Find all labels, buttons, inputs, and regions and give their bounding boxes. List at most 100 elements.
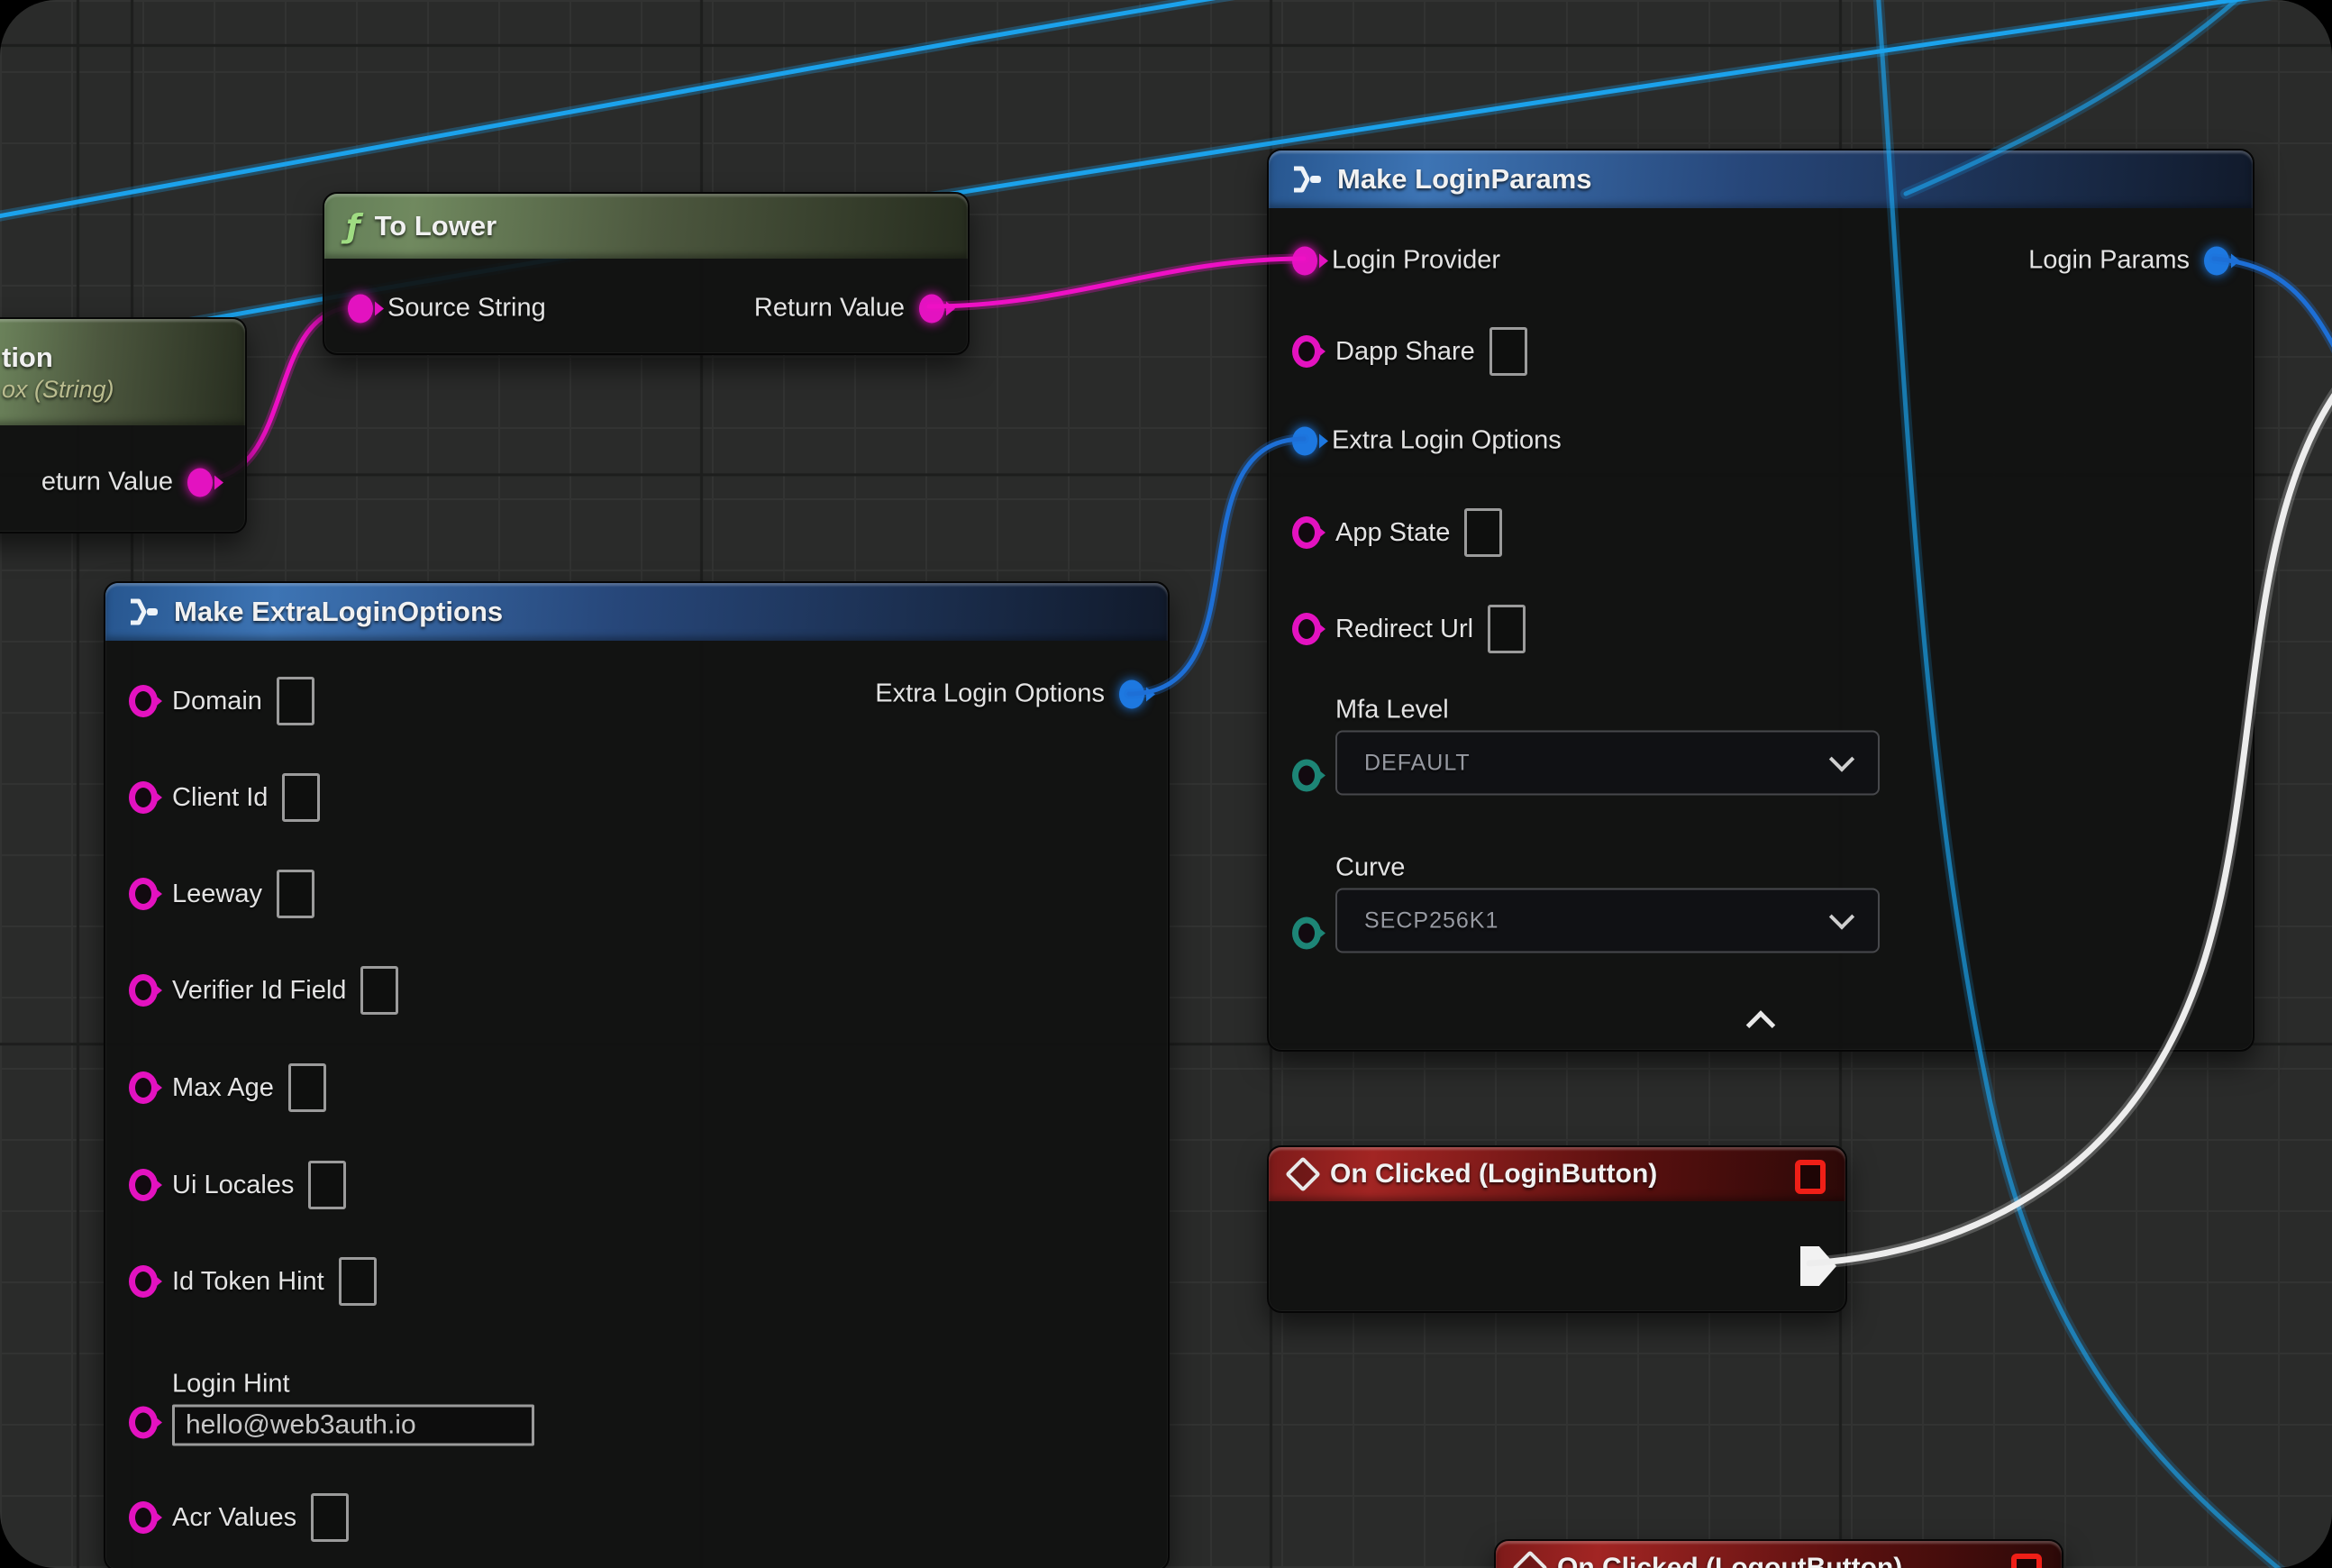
string-input-pin[interactable] bbox=[1292, 246, 1317, 275]
pin-row-domain: Domain bbox=[129, 677, 314, 725]
node-on-clicked-login-button[interactable]: On Clicked (LoginButton) bbox=[1267, 1145, 1847, 1313]
node-on-clicked-login-header[interactable]: On Clicked (LoginButton) bbox=[1269, 1147, 1845, 1201]
struct-output-pin[interactable] bbox=[1119, 679, 1144, 708]
pin-row-id-token-hint: Id Token Hint bbox=[129, 1257, 377, 1306]
value-box[interactable] bbox=[277, 677, 314, 725]
pin-label: Login Hint bbox=[172, 1370, 534, 1399]
pin-label: Extra Login Options bbox=[1332, 426, 1562, 456]
string-input-pin[interactable] bbox=[129, 878, 158, 910]
enum-input-pin[interactable] bbox=[1292, 759, 1321, 791]
pin-label: Ui Locales bbox=[172, 1171, 294, 1200]
pin-row-max-age: Max Age bbox=[129, 1063, 326, 1112]
node-to-lower-header[interactable]: ƒ To Lower bbox=[324, 194, 968, 259]
node-make-login-params-header[interactable]: Make LoginParams bbox=[1269, 150, 2253, 208]
string-input-pin[interactable] bbox=[129, 1071, 158, 1104]
pin-label: Leeway bbox=[172, 880, 262, 909]
pin-row-ui-locales: Ui Locales bbox=[129, 1161, 346, 1209]
pin-row-login-hint: Login Hint bbox=[129, 1370, 534, 1446]
node-title: On Clicked (LogoutButton) bbox=[1557, 1553, 1902, 1568]
curve-dropdown[interactable]: SECP256K1 bbox=[1335, 889, 1880, 953]
value-box[interactable] bbox=[1488, 605, 1526, 653]
event-diamond-icon bbox=[1285, 1156, 1321, 1192]
string-input-pin[interactable] bbox=[1292, 335, 1321, 368]
pin-row-dapp-share: Dapp Share bbox=[1292, 327, 1527, 376]
value-box[interactable] bbox=[311, 1493, 349, 1542]
string-output-pin[interactable] bbox=[919, 294, 944, 323]
node-get-text-partial[interactable]: tion ox (String) eturn Value bbox=[0, 317, 247, 533]
string-input-pin[interactable] bbox=[129, 685, 158, 717]
pin-label: Max Age bbox=[172, 1073, 274, 1103]
node-on-clicked-logout-button[interactable]: On Clicked (LogoutButton) bbox=[1494, 1539, 2063, 1568]
make-struct-icon bbox=[127, 597, 159, 627]
node-make-login-params[interactable]: Make LoginParams Login Provider Dapp Sha… bbox=[1267, 149, 2255, 1052]
function-icon: ƒ bbox=[346, 208, 360, 245]
exec-output-pin[interactable] bbox=[1800, 1246, 1836, 1286]
delegate-pin[interactable] bbox=[1795, 1160, 1826, 1194]
enum-input-pin[interactable] bbox=[1292, 916, 1321, 949]
pin-label: Id Token Hint bbox=[172, 1267, 324, 1297]
pin-label: Curve bbox=[1335, 853, 1880, 883]
pin-row-curve: Curve SECP256K1 bbox=[1292, 913, 1880, 953]
pin-label: Client Id bbox=[172, 783, 268, 813]
node-title: On Clicked (LoginButton) bbox=[1330, 1159, 1657, 1190]
struct-input-pin[interactable] bbox=[1292, 426, 1317, 455]
pin-label: Acr Values bbox=[172, 1503, 296, 1533]
event-diamond-icon bbox=[1512, 1550, 1548, 1568]
pin-label: Source String bbox=[387, 294, 546, 324]
node-to-lower[interactable]: ƒ To Lower Source String Return Value bbox=[323, 192, 970, 355]
pin-row-login-params-out: Login Params bbox=[2028, 246, 2229, 276]
blueprint-graph-canvas[interactable]: tion ox (String) eturn Value ƒ To Lower … bbox=[0, 0, 2332, 1568]
string-output-pin[interactable] bbox=[187, 468, 213, 497]
make-struct-icon bbox=[1290, 164, 1323, 195]
pin-label: eturn Value bbox=[41, 468, 173, 497]
node-get-text-header[interactable]: tion ox (String) bbox=[0, 319, 245, 425]
login-hint-input[interactable] bbox=[172, 1405, 534, 1446]
pin-row-return-value: Return Value bbox=[754, 294, 944, 324]
pin-row-redirect-url: Redirect Url bbox=[1292, 605, 1526, 653]
pin-label: Login Provider bbox=[1332, 246, 1500, 276]
pin-label: Dapp Share bbox=[1335, 337, 1475, 367]
collapse-node-chevron[interactable] bbox=[1746, 1010, 1776, 1040]
pin-row-leeway: Leeway bbox=[129, 870, 314, 918]
node-make-extra-login-options[interactable]: Make ExtraLoginOptions Domain Client Id … bbox=[104, 581, 1170, 1568]
pin-row-verifier-id-field: Verifier Id Field bbox=[129, 966, 398, 1015]
pin-label: Return Value bbox=[754, 294, 905, 324]
delegate-pin[interactable] bbox=[2011, 1554, 2042, 1568]
pin-label: Redirect Url bbox=[1335, 615, 1473, 644]
node-title: To Lower bbox=[375, 210, 496, 242]
node-make-extra-login-options-header[interactable]: Make ExtraLoginOptions bbox=[105, 583, 1168, 641]
dropdown-selected-value: SECP256K1 bbox=[1364, 907, 1498, 934]
pin-row-source-string: Source String bbox=[348, 294, 546, 324]
node-title: Make ExtraLoginOptions bbox=[174, 596, 503, 628]
wire-long-distance-upper[interactable] bbox=[0, 0, 1370, 221]
value-box[interactable] bbox=[360, 966, 398, 1015]
value-box[interactable] bbox=[277, 870, 314, 918]
pin-label: App State bbox=[1335, 518, 1450, 548]
pin-row-return-value: eturn Value bbox=[41, 468, 213, 497]
value-box[interactable] bbox=[1489, 327, 1527, 376]
value-box[interactable] bbox=[288, 1063, 326, 1112]
pin-label: Domain bbox=[172, 687, 262, 716]
string-input-pin[interactable] bbox=[129, 974, 158, 1007]
string-input-pin[interactable] bbox=[129, 1265, 158, 1298]
pin-row-extra-login-options-out: Extra Login Options bbox=[875, 679, 1144, 709]
string-input-pin[interactable] bbox=[129, 1169, 158, 1201]
pin-row-extra-login-options-in: Extra Login Options bbox=[1292, 426, 1562, 456]
node-on-clicked-logout-header[interactable]: On Clicked (LogoutButton) bbox=[1496, 1541, 2062, 1568]
string-input-pin[interactable] bbox=[129, 1501, 158, 1534]
value-box[interactable] bbox=[339, 1257, 377, 1306]
struct-output-pin[interactable] bbox=[2204, 246, 2229, 275]
string-input-pin[interactable] bbox=[1292, 516, 1321, 549]
string-input-pin[interactable] bbox=[129, 781, 158, 814]
dropdown-selected-value: DEFAULT bbox=[1364, 750, 1471, 776]
node-title: Make LoginParams bbox=[1337, 163, 1592, 196]
pin-label: Mfa Level bbox=[1335, 696, 1880, 725]
value-box[interactable] bbox=[282, 773, 320, 822]
string-input-pin[interactable] bbox=[129, 1407, 158, 1439]
string-input-pin[interactable] bbox=[348, 294, 373, 323]
value-box[interactable] bbox=[308, 1161, 346, 1209]
mfa-level-dropdown[interactable]: DEFAULT bbox=[1335, 731, 1880, 796]
string-input-pin[interactable] bbox=[1292, 613, 1321, 645]
value-box[interactable] bbox=[1464, 508, 1502, 557]
pin-label: Login Params bbox=[2028, 246, 2190, 276]
